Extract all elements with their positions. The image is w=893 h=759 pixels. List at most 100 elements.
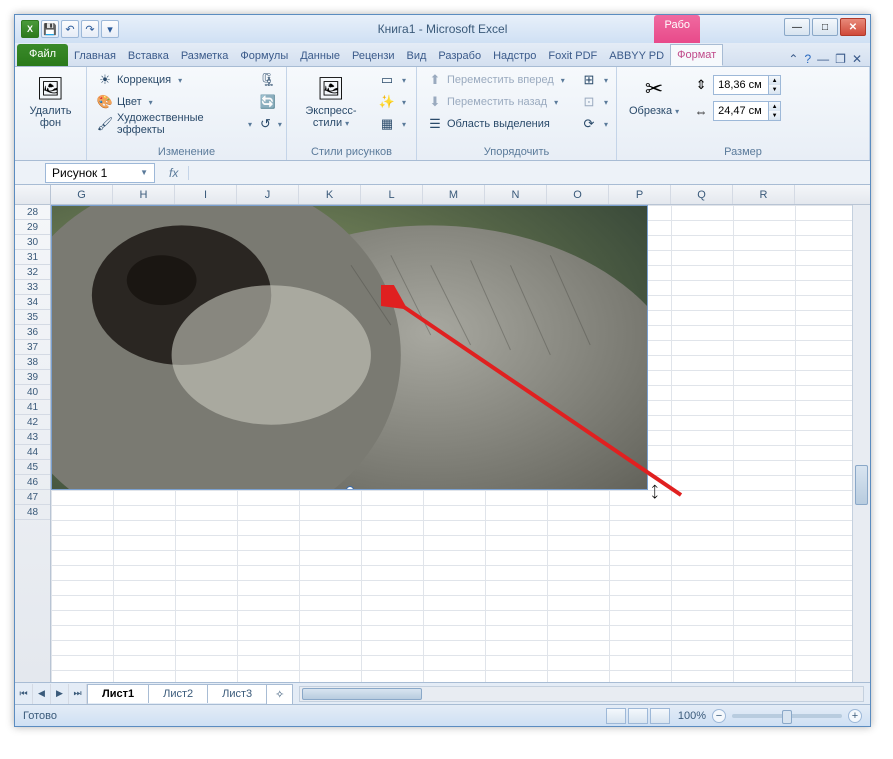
row-header-47[interactable]: 47 [15,490,50,505]
crop-button[interactable]: ✂ Обрезка [623,69,685,121]
row-header-39[interactable]: 39 [15,370,50,385]
sheet-tab-3[interactable]: Лист3 [207,684,267,703]
picture-object[interactable] [51,205,648,490]
redo-button[interactable]: ↷ [81,20,99,38]
tab-foxit[interactable]: Foxit PDF [542,46,603,66]
view-normal-button[interactable] [606,708,626,724]
row-header-33[interactable]: 33 [15,280,50,295]
column-header-H[interactable]: H [113,185,175,204]
maximize-button[interactable]: □ [812,18,838,36]
view-pagelayout-button[interactable] [628,708,648,724]
sheet-nav-last[interactable]: ⏭ [69,684,87,704]
save-button[interactable]: 💾 [41,20,59,38]
width-up[interactable]: ▲ [768,102,780,111]
row-header-48[interactable]: 48 [15,505,50,520]
picture-effects-button[interactable]: ✨ [375,91,410,113]
row-header-45[interactable]: 45 [15,460,50,475]
row-header-35[interactable]: 35 [15,310,50,325]
tab-insert[interactable]: Вставка [122,46,175,66]
row-header-40[interactable]: 40 [15,385,50,400]
row-header-38[interactable]: 38 [15,355,50,370]
tab-review[interactable]: Рецензи [346,46,401,66]
tab-formulas[interactable]: Формулы [234,46,294,66]
quick-styles-button[interactable]: 🖼 Экспресс-стили [293,69,369,133]
close-button[interactable]: ✕ [840,18,866,36]
ribbon-minimize-icon[interactable]: ⌃ [788,52,798,66]
row-header-34[interactable]: 34 [15,295,50,310]
column-header-M[interactable]: M [423,185,485,204]
artistic-effects-button[interactable]: 🖌Художественные эффекты [93,113,256,135]
cells-area[interactable]: ⤡ [51,205,852,682]
horizontal-scroll-thumb[interactable] [302,688,422,700]
column-header-I[interactable]: I [175,185,237,204]
corrections-button[interactable]: ☀Коррекция [93,69,256,91]
vertical-scrollbar[interactable] [852,205,870,682]
resize-handle-bottom[interactable] [346,486,354,490]
height-down[interactable]: ▼ [768,85,780,94]
row-header-37[interactable]: 37 [15,340,50,355]
column-header-N[interactable]: N [485,185,547,204]
column-header-K[interactable]: K [299,185,361,204]
column-header-Q[interactable]: Q [671,185,733,204]
sheet-tab-1[interactable]: Лист1 [87,684,149,703]
workbook-restore-icon[interactable]: ❐ [835,52,846,66]
width-field[interactable] [714,104,768,118]
workbook-close-icon[interactable]: ✕ [852,52,862,66]
column-header-G[interactable]: G [51,185,113,204]
tab-format[interactable]: Формат [670,44,723,66]
tab-abbyy[interactable]: ABBYY PD [603,46,670,66]
rotate-button[interactable]: ⟳ [577,113,612,135]
height-field[interactable] [714,78,768,92]
remove-background-button[interactable]: 🖼 Удалить фон [21,69,80,133]
compress-pictures-button[interactable]: 🗜 [256,69,280,91]
height-up[interactable]: ▲ [768,76,780,85]
file-tab[interactable]: Файл [17,44,68,66]
color-button[interactable]: 🎨Цвет [93,91,256,113]
zoom-in-button[interactable]: + [848,709,862,723]
picture-layout-button[interactable]: ▦ [375,113,410,135]
column-header-O[interactable]: O [547,185,609,204]
tab-developer[interactable]: Разрабо [432,46,487,66]
zoom-level[interactable]: 100% [678,710,706,722]
formula-input[interactable] [189,171,870,175]
fx-label[interactable]: fx [159,166,189,180]
vertical-scroll-thumb[interactable] [855,465,868,505]
tab-data[interactable]: Данные [294,46,346,66]
zoom-out-button[interactable]: − [712,709,726,723]
minimize-button[interactable]: — [784,18,810,36]
row-header-28[interactable]: 28 [15,205,50,220]
sheet-nav-first[interactable]: ⏮ [15,684,33,704]
tab-home[interactable]: Главная [68,46,122,66]
row-header-31[interactable]: 31 [15,250,50,265]
tab-layout[interactable]: Разметка [175,46,235,66]
help-icon[interactable]: ? [804,52,811,66]
row-header-36[interactable]: 36 [15,325,50,340]
row-header-30[interactable]: 30 [15,235,50,250]
row-header-43[interactable]: 43 [15,430,50,445]
horizontal-scrollbar[interactable] [299,686,864,702]
sheet-nav-prev[interactable]: ◀ [33,684,51,704]
column-header-J[interactable]: J [237,185,299,204]
zoom-slider[interactable] [732,714,842,718]
width-input[interactable]: ▲▼ [713,101,781,121]
new-sheet-button[interactable]: ✧ [266,684,293,704]
height-input[interactable]: ▲▼ [713,75,781,95]
name-box[interactable]: Рисунок 1 ▼ [45,163,155,183]
view-pagebreak-button[interactable] [650,708,670,724]
sheet-nav-next[interactable]: ▶ [51,684,69,704]
column-header-L[interactable]: L [361,185,423,204]
row-header-29[interactable]: 29 [15,220,50,235]
change-picture-button[interactable]: 🔄 [256,91,280,113]
sheet-tab-2[interactable]: Лист2 [148,684,208,703]
select-all-corner[interactable] [15,185,51,204]
app-icon[interactable]: X [21,20,39,38]
undo-button[interactable]: ↶ [61,20,79,38]
tab-addins[interactable]: Надстро [487,46,542,66]
reset-picture-button[interactable]: ↺ [256,113,280,135]
row-header-42[interactable]: 42 [15,415,50,430]
width-down[interactable]: ▼ [768,111,780,120]
picture-border-button[interactable]: ▭ [375,69,410,91]
qat-customize-button[interactable]: ▾ [101,20,119,38]
row-header-41[interactable]: 41 [15,400,50,415]
row-header-46[interactable]: 46 [15,475,50,490]
